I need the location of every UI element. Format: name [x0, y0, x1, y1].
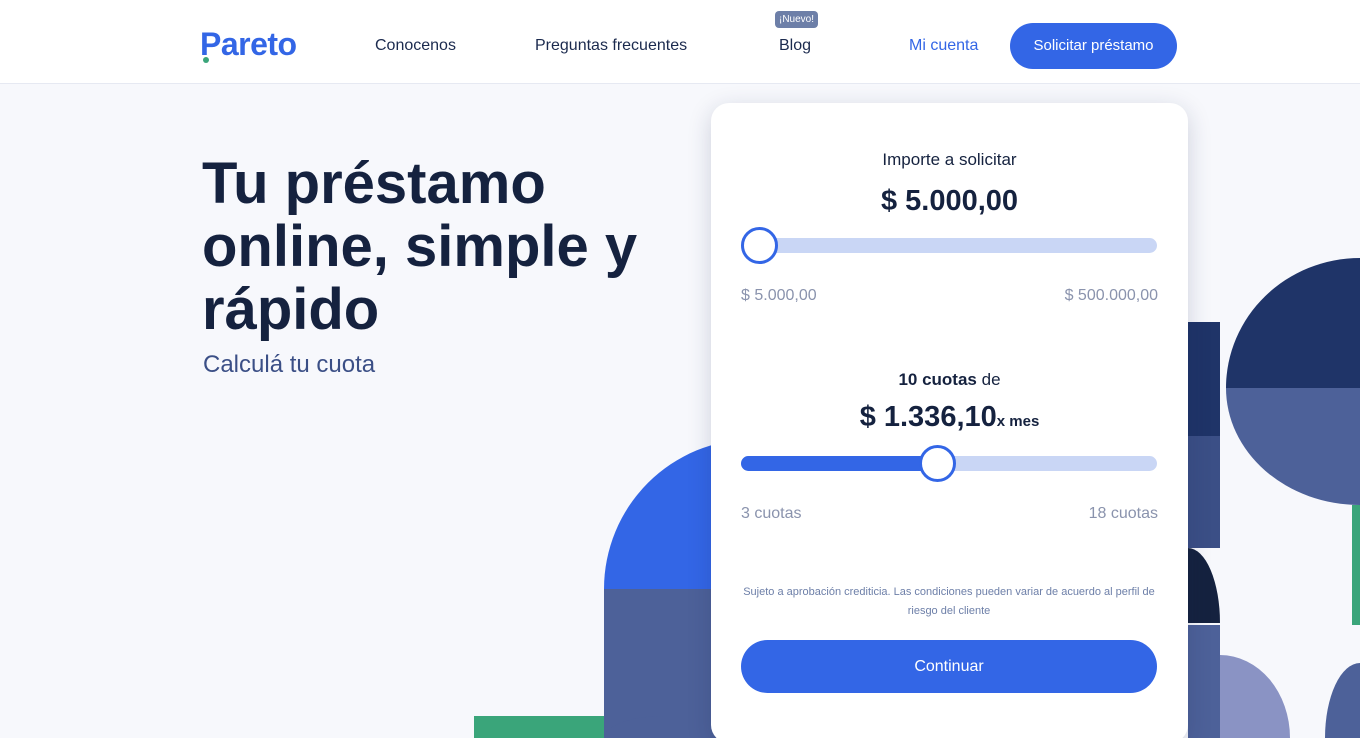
shape-slate-column: [1188, 436, 1220, 548]
page: Pareto Conocenos Preguntas frecuentes ¡N…: [0, 0, 1360, 738]
shape-green-bar: [474, 716, 604, 738]
top-header: Pareto Conocenos Preguntas frecuentes ¡N…: [0, 0, 1360, 84]
cuota-amount: $ 1.336,10x mes: [711, 399, 1188, 440]
cuotas-slider-thumb[interactable]: [918, 445, 956, 482]
hero-subtitle: Calculá tu cuota: [203, 351, 376, 378]
nav-conocenos[interactable]: Conocenos: [375, 36, 456, 56]
cuotas-max-label: 18 cuotas: [1088, 505, 1158, 522]
cuotas-slider-fill: [741, 456, 937, 471]
continuar-button[interactable]: Continuar: [741, 640, 1157, 693]
shape-slate-corner: [1325, 663, 1360, 738]
loan-calculator-card: Importe a solicitar $ 5.000,00 $ 5.000,0…: [711, 103, 1188, 738]
shape-navy-quarter: [1226, 258, 1360, 388]
cuotas-slider[interactable]: [741, 445, 1157, 482]
shape-slate-quarter-right: [1226, 388, 1360, 505]
importe-max-label: $ 500.000,00: [1064, 287, 1158, 304]
cuotas-count: 10 cuotas: [898, 370, 977, 389]
credit-disclaimer: Sujeto a aprobación crediticia. Las cond…: [743, 586, 1155, 617]
nav-mi-cuenta[interactable]: Mi cuenta: [909, 36, 978, 56]
shape-slate-bottom: [604, 716, 700, 738]
shape-navy-column: [1188, 322, 1220, 548]
nav-blog[interactable]: Blog: [779, 36, 811, 56]
importe-value: $ 5.000,00: [880, 185, 1019, 217]
hero-title: Tu préstamo online, simple y rápido: [202, 151, 638, 342]
cuota-amount-value: $ 1.336,10: [859, 401, 997, 433]
cuota-per-mes: x mes: [996, 413, 1040, 430]
importe-label: Importe a solicitar: [882, 150, 1017, 169]
logo-dot-icon: [203, 57, 209, 63]
cuotas-min-label: 3 cuotas: [741, 505, 802, 522]
nav-preguntas-frecuentes[interactable]: Preguntas frecuentes: [535, 36, 687, 56]
importe-min-label: $ 5.000,00: [741, 287, 817, 304]
shape-navy-dark: [1188, 548, 1220, 623]
blog-new-badge: ¡Nuevo!: [775, 11, 819, 28]
shape-slate-low: [1188, 625, 1220, 738]
shape-green-sliver: [1352, 505, 1360, 625]
cuotas-connector: de: [981, 370, 1001, 389]
pareto-logo[interactable]: Pareto: [200, 24, 297, 64]
cuotas-label: 10 cuotas de: [711, 369, 1188, 391]
importe-slider-thumb[interactable]: [741, 227, 778, 264]
importe-slider[interactable]: [741, 227, 1157, 264]
solicitar-prestamo-button[interactable]: Solicitar préstamo: [1010, 23, 1177, 69]
shape-lavender-circle: [1220, 655, 1290, 738]
logo-text: Pareto: [200, 26, 297, 62]
